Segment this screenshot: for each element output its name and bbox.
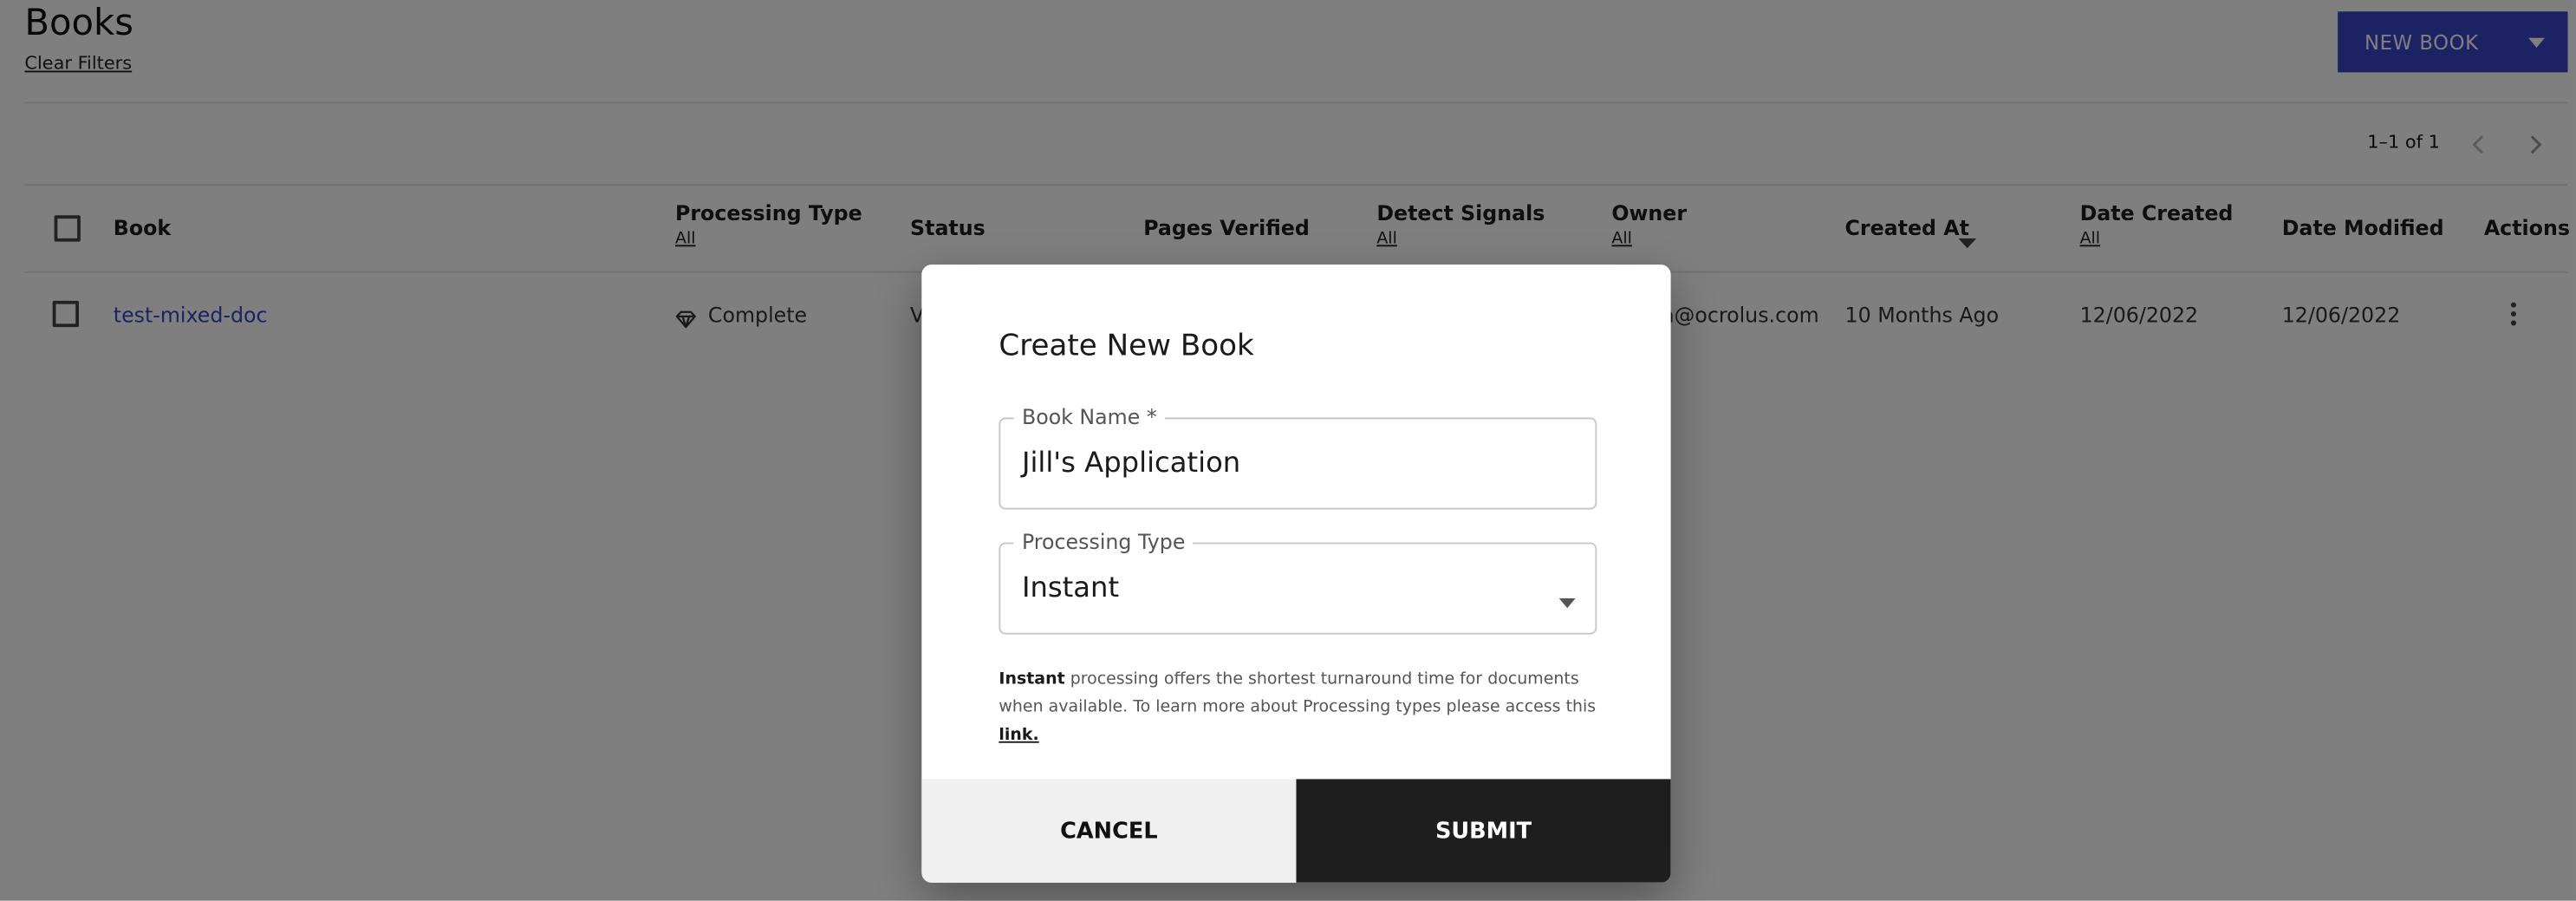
processing-type-select[interactable]: Processing Type Instant xyxy=(999,529,1597,635)
create-book-dialog: Create New Book Book Name * Jill's Appli… xyxy=(921,264,1671,883)
help-body: processing offers the shortest turnaroun… xyxy=(999,670,1597,717)
book-name-input[interactable]: Jill's Application xyxy=(1022,447,1240,480)
books-page: Books Clear Filters NEW BOOK 1–1 of 1 Bo… xyxy=(0,0,2576,901)
submit-button[interactable]: SUBMIT xyxy=(1296,779,1671,883)
chevron-down-icon[interactable] xyxy=(1558,584,1576,615)
processing-type-selected[interactable]: Instant xyxy=(1022,572,1119,605)
book-name-field[interactable]: Book Name * Jill's Application xyxy=(999,404,1597,510)
processing-type-label: Processing Type xyxy=(1013,529,1194,554)
help-bold-term: Instant xyxy=(999,670,1065,689)
dialog-title: Create New Book xyxy=(999,329,1254,363)
help-link[interactable]: link. xyxy=(999,727,1038,745)
book-name-label: Book Name * xyxy=(1013,404,1166,429)
processing-help-text: Instant processing offers the shortest t… xyxy=(999,666,1623,750)
cancel-button[interactable]: CANCEL xyxy=(921,779,1297,883)
